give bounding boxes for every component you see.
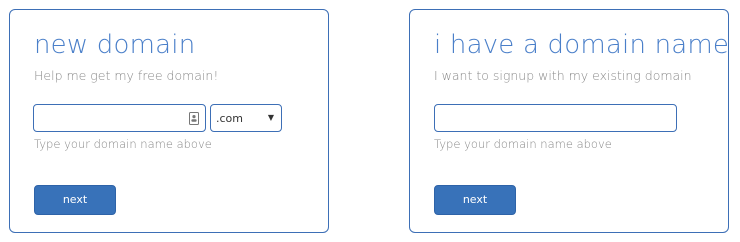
new-domain-help-text: Type your domain name above <box>34 137 212 151</box>
existing-domain-title: i have a domain name <box>434 30 730 60</box>
existing-domain-subtitle: I want to signup with my existing domain <box>434 68 692 83</box>
new-domain-subtitle: Help me get my free domain! <box>34 68 219 83</box>
new-domain-input[interactable] <box>33 104 206 132</box>
autofill-contact-card-icon[interactable] <box>189 112 199 125</box>
existing-domain-card: i have a domain name I want to signup wi… <box>409 9 729 233</box>
tld-selected-value: .com <box>216 112 243 125</box>
existing-domain-input[interactable] <box>434 104 677 132</box>
new-domain-title: new domain <box>34 30 196 60</box>
new-domain-next-button[interactable]: next <box>34 185 116 215</box>
tld-select[interactable]: .com ▼ <box>210 104 282 132</box>
existing-domain-next-button[interactable]: next <box>434 185 516 215</box>
new-domain-card: new domain Help me get my free domain! .… <box>9 9 329 233</box>
existing-domain-help-text: Type your domain name above <box>434 137 612 151</box>
dropdown-arrow-icon: ▼ <box>267 113 274 122</box>
